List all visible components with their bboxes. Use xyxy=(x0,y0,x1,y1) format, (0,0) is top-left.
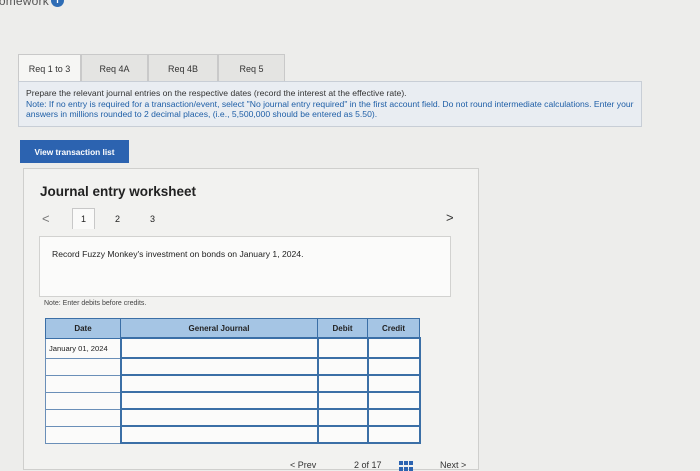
debit-input[interactable] xyxy=(316,337,369,359)
prev-button[interactable]: < Prev xyxy=(290,460,316,470)
date-cell[interactable]: January 01, 2024 xyxy=(45,337,121,359)
table-row: January 01, 2024 xyxy=(45,337,421,359)
account-input[interactable] xyxy=(119,337,319,359)
table-row xyxy=(45,374,421,393)
info-icon[interactable]: i xyxy=(51,0,64,7)
debit-input[interactable] xyxy=(316,391,369,410)
debit-input[interactable] xyxy=(316,357,369,376)
instructions-panel: Prepare the relevant journal entries on … xyxy=(18,81,642,127)
tab-req-5[interactable]: Req 5 xyxy=(218,54,285,82)
column-header-date: Date xyxy=(45,318,121,339)
credit-input[interactable] xyxy=(366,357,421,376)
chevron-right-icon[interactable]: > xyxy=(446,210,454,225)
page-counter: 2 of 17 xyxy=(354,460,382,470)
tab-req-4b[interactable]: Req 4B xyxy=(148,54,218,82)
account-input[interactable] xyxy=(119,425,319,444)
instructions-main: Prepare the relevant journal entries on … xyxy=(26,88,407,98)
credit-input[interactable] xyxy=(366,374,421,393)
account-input[interactable] xyxy=(119,374,319,393)
account-input[interactable] xyxy=(119,357,319,376)
requirement-tabs: Req 1 to 3 Req 4A Req 4B Req 5 xyxy=(18,54,285,82)
credit-input[interactable] xyxy=(366,337,421,359)
account-input[interactable] xyxy=(119,391,319,410)
worksheet-page-1[interactable]: 1 xyxy=(72,208,95,229)
date-cell[interactable] xyxy=(45,374,121,393)
worksheet-page-2[interactable]: 2 xyxy=(115,214,120,224)
date-cell[interactable] xyxy=(45,425,121,444)
worksheet-title: Journal entry worksheet xyxy=(40,184,197,199)
journal-table: Date General Journal Debit Credit Januar… xyxy=(45,318,421,444)
date-cell[interactable] xyxy=(45,408,121,427)
credit-input[interactable] xyxy=(366,408,421,427)
account-input[interactable] xyxy=(119,408,319,427)
credit-input[interactable] xyxy=(366,391,421,410)
column-header-general-journal: General Journal xyxy=(120,318,318,339)
transaction-description: Record Fuzzy Monkey's investment on bond… xyxy=(52,249,304,259)
table-row xyxy=(45,408,421,427)
chevron-left-icon[interactable]: < xyxy=(42,211,50,226)
tab-req-4a[interactable]: Req 4A xyxy=(81,54,148,82)
next-button[interactable]: Next > xyxy=(440,460,466,470)
debits-note: Note: Enter debits before credits. xyxy=(44,300,147,307)
debit-input[interactable] xyxy=(316,408,369,427)
worksheet-page-3[interactable]: 3 xyxy=(150,214,155,224)
transaction-description-box: Record Fuzzy Monkey's investment on bond… xyxy=(39,236,451,297)
page-title: lomework xyxy=(0,0,49,8)
view-transaction-list-button[interactable]: View transaction list xyxy=(20,140,129,163)
debit-input[interactable] xyxy=(316,374,369,393)
table-row xyxy=(45,357,421,376)
date-cell[interactable] xyxy=(45,391,121,410)
debit-input[interactable] xyxy=(316,425,369,444)
table-row xyxy=(45,391,421,410)
table-header-row: Date General Journal Debit Credit xyxy=(45,318,420,339)
instructions-note: Note: If no entry is required for a tran… xyxy=(26,98,634,120)
date-cell[interactable] xyxy=(45,357,121,376)
column-header-debit: Debit xyxy=(317,318,368,339)
column-header-credit: Credit xyxy=(367,318,420,339)
credit-input[interactable] xyxy=(366,425,421,444)
table-row xyxy=(45,425,421,444)
tab-req-1-to-3[interactable]: Req 1 to 3 xyxy=(18,54,81,82)
